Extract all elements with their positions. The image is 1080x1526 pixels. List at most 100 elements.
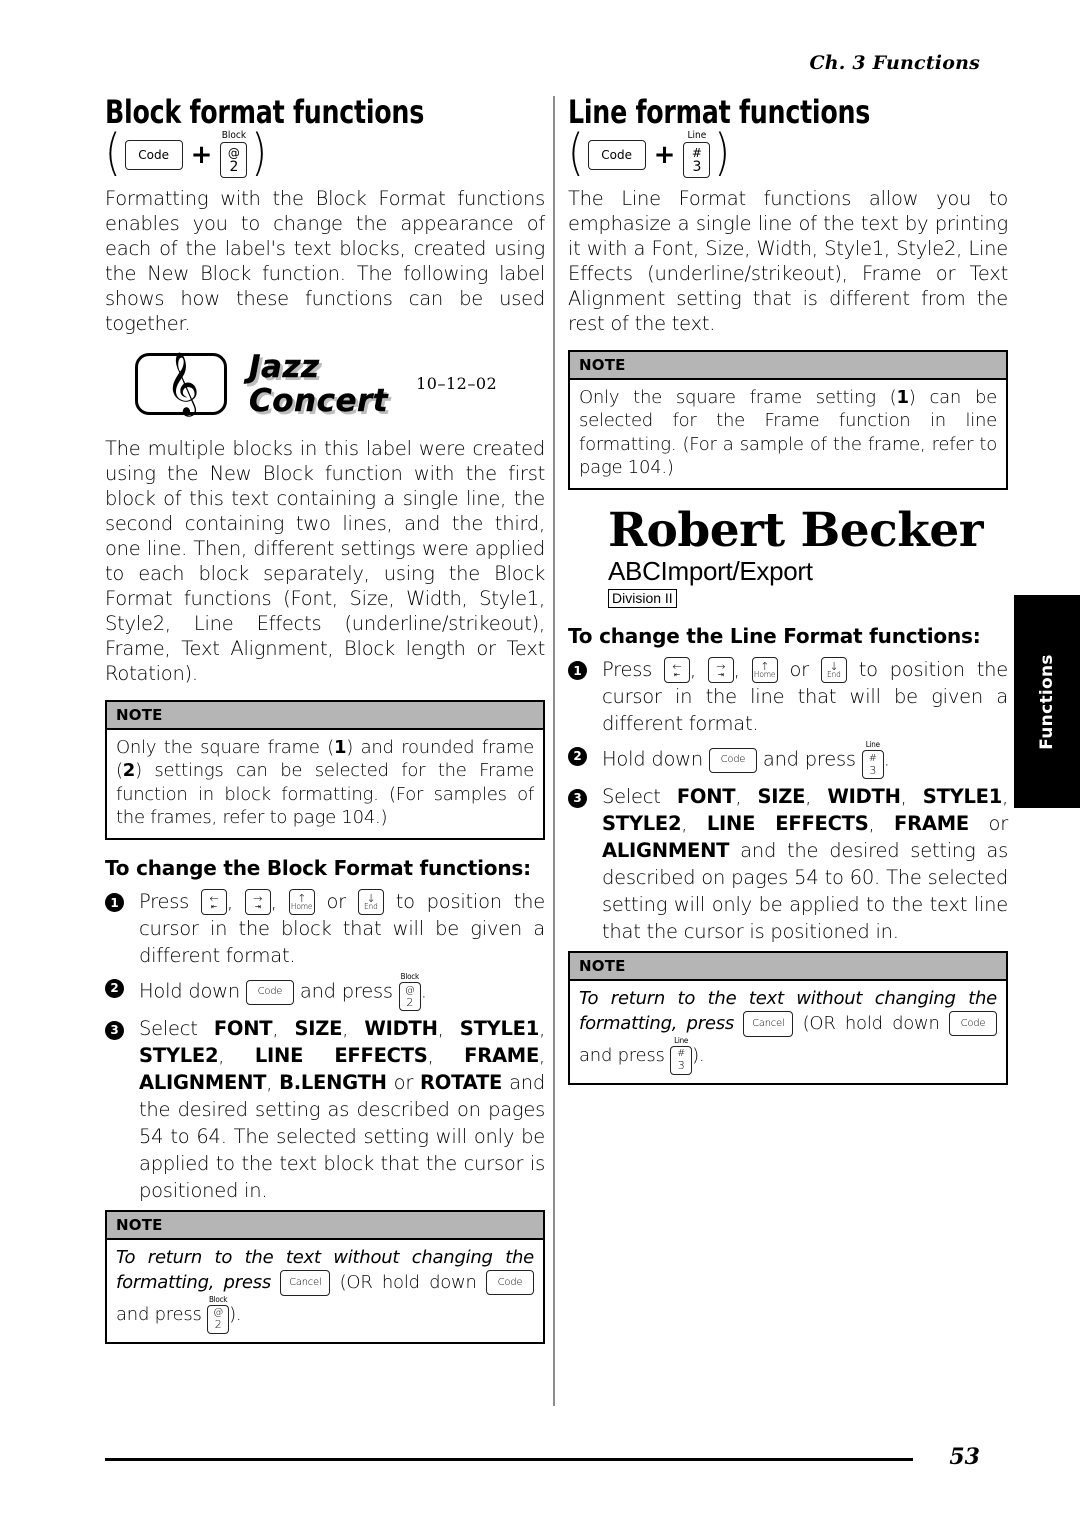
plus-sign: + [190,139,213,170]
step-mid-text: and press [762,747,856,771]
key-block-wrap: Block @ 2 [220,131,248,179]
home-key-icon[interactable]: ↑ Home [751,657,778,684]
step-pre-text: Hold down [139,979,240,1003]
step-item: 2 Hold down Code and press Block @2. [105,973,545,1012]
arrow-right-key-icon[interactable]: → ⇥ [244,889,271,916]
note-body: Only the square frame (1) and rounded fr… [107,730,543,838]
note-text-c: ) settings can be selected for the Frame… [116,760,534,829]
key-code[interactable]: Code [587,139,646,170]
arrow-left-key-icon[interactable]: ← ⇤ [200,889,227,916]
setting-rotate: ROTATE [420,1071,503,1095]
jazz-line-2: Concert [249,382,389,419]
step-number: 3 [568,783,602,945]
note-bold-1: 1 [334,736,347,758]
key-code[interactable]: Code [708,747,757,773]
arrow-left-key-icon[interactable]: ← ⇤ [663,657,690,684]
key-code[interactable]: Code [485,1270,534,1296]
plus-sign: + [653,139,676,170]
arrow-left-sub: ⇤ [210,901,217,911]
step-number-badge: 2 [568,746,587,766]
step-sep-2: , [733,657,740,681]
label-name: Robert Becker [608,502,984,558]
right-steps-list: 1 Press ← ⇤, → ⇥, ↑ Home or ↓ End to positio… [568,656,1008,946]
key-line[interactable]: #3 [670,1045,693,1075]
end-key-icon[interactable]: ↓ End [820,657,847,684]
step-number: 1 [568,656,602,738]
left-procedure-title: To change the Block Format functions: [105,855,531,880]
home-sub: Home [290,901,313,911]
home-sub: Home [753,669,776,679]
step-text: Select FONT, SIZE, WIDTH, STYLE1, STYLE2… [139,1017,546,1203]
setting-alignment: ALIGNMENT [139,1071,267,1095]
key-block[interactable]: @2 [207,1304,230,1334]
note-text-c: and press [116,1303,202,1325]
left-body-paragraph: The multiple blocks in this label were c… [105,436,545,685]
step-text: Select FONT, SIZE, WIDTH, STYLE1, STYLE2… [602,785,1009,944]
key-bottom-glyph: 2 [214,1318,222,1332]
setting-size: SIZE [757,785,806,809]
step-item: 3 Select FONT, SIZE, WIDTH, STYLE1, STYL… [568,783,1008,945]
key-block[interactable]: @2 [398,982,421,1012]
note-text-b: (OR hold down [339,1271,477,1293]
right-intro-paragraph: The Line Format functions allow you to e… [568,186,1008,335]
step-number: 2 [105,973,139,1011]
step-mid-text: and press [299,979,393,1003]
step-or: or [789,657,809,681]
right-note-box-2: NOTE To return to the text without chang… [568,951,1008,1085]
step-number-badge: 2 [105,978,124,998]
left-steps-list: 1 Press ← ⇤, → ⇥, ↑ Home or ↓ End to positio… [105,888,545,1205]
key-code[interactable]: Code [245,979,294,1005]
step-pre-text: Press [139,889,190,913]
note-header: NOTE [570,351,1006,380]
key-cap-label: Line [674,1035,689,1045]
left-section-heading: Block format functions [105,93,425,131]
setting-size: SIZE [294,1017,343,1041]
key-top-glyph: @ [227,145,240,160]
note-text-d: ). [229,1303,242,1325]
note-body: Only the square frame setting (1) can be… [570,380,1006,488]
jazz-line-1: Jazz [249,348,320,385]
step-number-badge: 3 [568,788,587,808]
step-item: 1 Press ← ⇤, → ⇥, ↑ Home or ↓ End to positio… [568,656,1008,738]
key-bottom-glyph: 3 [692,158,702,175]
right-note-box-1: NOTE Only the square frame setting (1) c… [568,349,1008,490]
key-line[interactable]: #3 [861,750,884,780]
step-text: Hold down Code and press Block @2. [139,973,545,1012]
note-text-d: ). [692,1044,705,1066]
setting-style1: STYLE1 [922,785,1003,809]
key-code[interactable]: Code [124,139,183,170]
setting-style1: STYLE1 [459,1017,540,1041]
arrow-right-key-icon[interactable]: → ⇥ [707,657,734,684]
right-section-heading: Line format functions [568,93,871,131]
note-body: To return to the text without changing t… [570,981,1006,1083]
key-cap-label: Block [208,1294,228,1304]
setting-style2: STYLE2 [139,1044,219,1068]
robert-becker-label-sample: Robert Becker ABCImport/Export Division … [608,502,1008,608]
column-divider [553,96,555,1406]
home-key-icon[interactable]: ↑ Home [288,889,315,916]
jazz-concert-label-sample: 𝄞 Jazz Concert 10–12–02 [135,348,545,419]
side-tab-label: Functions [1037,653,1057,750]
end-key-icon[interactable]: ↓ End [357,889,384,916]
step-text: Press ← ⇤, → ⇥, ↑ Home or ↓ End to position … [602,656,1008,738]
key-block[interactable]: @ 2 [220,142,248,179]
arrow-right-sub: ⇥ [254,901,261,911]
setting-frame: FRAME [464,1044,540,1068]
label-division: Division II [608,588,677,608]
setting-frame: FRAME [894,812,969,836]
note-text-c: and press [579,1044,665,1066]
step-item: 1 Press ← ⇤, → ⇥, ↑ Home or ↓ End to positio… [105,888,545,970]
note-text-a: Only the square frame setting ( [579,386,897,408]
page-number: 53 [949,1444,980,1470]
music-note-icon: 𝄞 [158,349,204,418]
key-line[interactable]: # 3 [683,142,711,179]
key-code[interactable]: Code [948,1011,997,1037]
step-sep-2: , [270,889,277,913]
right-column: Line format functions ( Code + Line # 3 … [568,93,1008,1099]
note-body: To return to the text without changing t… [107,1240,543,1342]
key-cancel[interactable]: Cancel [743,1010,794,1037]
key-top-glyph: # [868,752,877,764]
step-sep-1: , [689,657,696,681]
setting-style2: STYLE2 [602,812,682,836]
key-cancel[interactable]: Cancel [280,1269,331,1296]
